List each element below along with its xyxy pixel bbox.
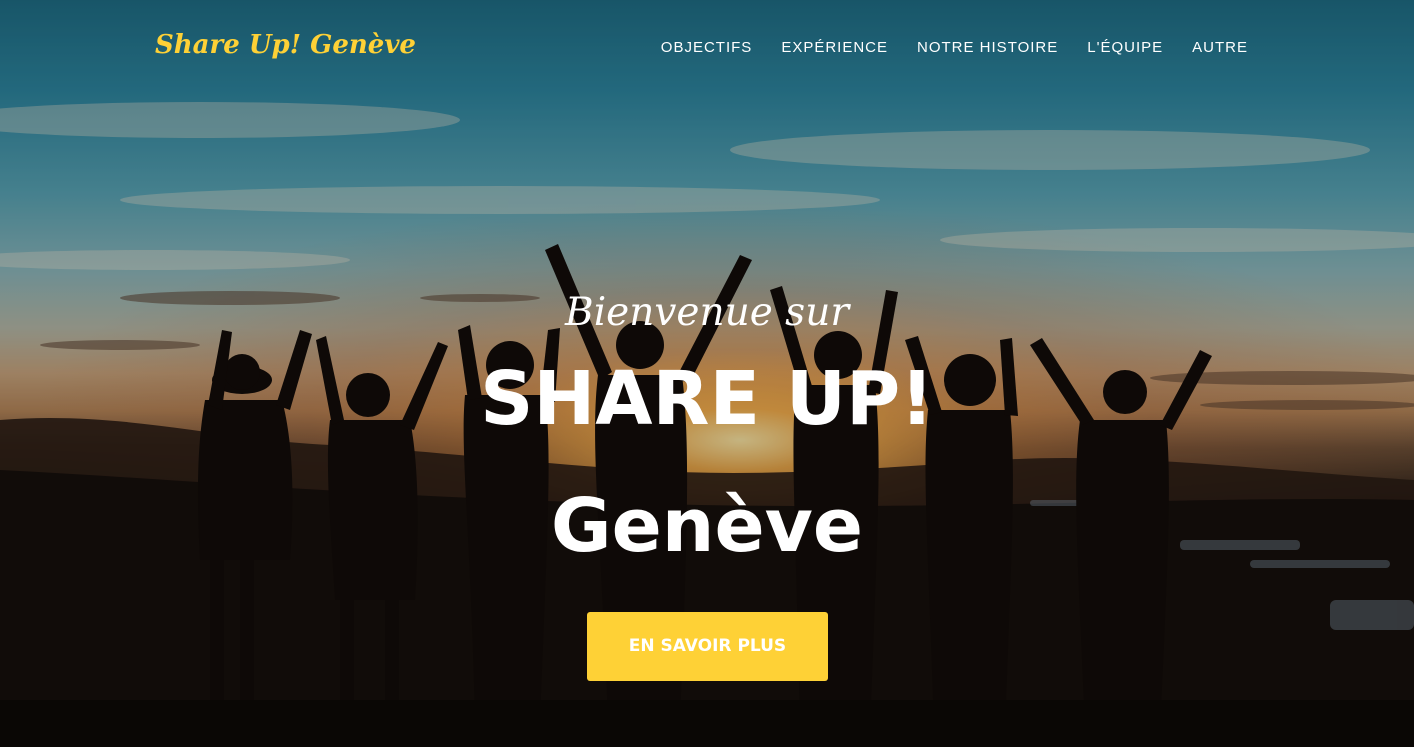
- learn-more-button[interactable]: EN SAVOIR PLUS: [587, 612, 828, 681]
- intro-heading-line-2: Genève: [550, 483, 864, 569]
- intro-heading-line-1: SHARE UP!: [480, 356, 934, 442]
- intro-section: Bienvenue sur SHARE UP! Genève EN SAVOIR…: [0, 0, 1414, 747]
- intro-lead-in: Bienvenue sur: [565, 290, 849, 335]
